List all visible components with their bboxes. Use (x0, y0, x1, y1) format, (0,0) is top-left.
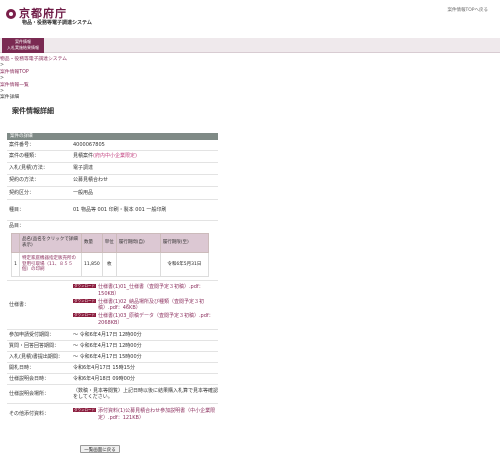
question-period-label: 質問・回答回答期間： (9, 342, 60, 349)
row-bid-method: 入札(見積)方法： 電子調達 (7, 163, 218, 175)
back-to-top-link[interactable]: 案件情報TOPへ戻る (447, 8, 488, 14)
row-contract-method: 契約の方法： 公募見積合わせ (7, 175, 218, 187)
contract-method-label: 契約の方法： (9, 177, 40, 184)
download-badge: ダウンロード (73, 284, 96, 289)
section-header: 案件の詳細 (7, 133, 218, 140)
explain-date-value: 令和6年4月18日 09時00分 (73, 375, 136, 382)
spec-doc-1: ダウンロード 仕様書(1)01_仕様書（査閲予定３初稿）.pdf：150KB） (73, 284, 218, 297)
row-explain-date: 仕様説明会日時： 令和6年4月18日 09時00分 (7, 374, 218, 385)
item-unit: 枚 (101, 252, 117, 277)
item-from (115, 252, 161, 277)
main-nav: 案件情報 入札実施結果情報 (0, 38, 500, 53)
explain-place-value: （数稿・見本等閲覧）上記日時以後に結果購入札算で見本等確認をしてください。 (73, 387, 219, 400)
explain-date-label: 仕様説明会日時： (9, 375, 50, 382)
bid-method-value: 電子調達 (73, 165, 94, 172)
contract-method-value: 公募見積合わせ (73, 177, 109, 184)
row-other-docs: その他添付資料： ダウンロード 添付資料(1)公募見積合わせ参加説明書（中小企業… (7, 404, 218, 425)
table-row: 1 特定家庭機器指定販売所の登用引取場（11、８５５個）の印刷 11,850 枚… (11, 252, 210, 277)
submit-period-value: ～ 令和6年4月17日 15時00分 (73, 353, 142, 360)
col-header-to: 履行期限(至) (159, 233, 210, 253)
breadcrumb-system[interactable]: 物品・役務等電子調達システム (0, 57, 67, 63)
items-table-header-row: 品名(品名をクリックで詳細表示) 数量 単位 履行期間(自) 履行期限(至) (11, 233, 210, 253)
row-category: 契約区分： 一般用品 (7, 187, 218, 200)
col-header-qty: 数量 (81, 233, 103, 253)
col-header-no (11, 233, 20, 253)
other-docs: ダウンロード 添付資料(1)公募見積合わせ参加説明書（中小企業限定）.pdf：1… (73, 404, 218, 425)
row-spec: 仕様書： ダウンロード 仕様書(1)01_仕様書（査閲予定３初稿）.pdf：15… (7, 281, 218, 330)
site-header: 京都府庁 物品・役務等電子調達システム 案件情報TOPへ戻る (0, 0, 500, 34)
breadcrumb: 物品・役務等電子調達システム > 案件情報TOP > 案件情報一覧 > 案件詳細 (0, 57, 67, 102)
row-open-date: 開札日時： 令和6年4月17日 15時15分 (7, 363, 218, 374)
row-submit-period: 入札(見積)書提出期間： ～ 令和6年4月17日 15時00分 (7, 352, 218, 363)
spec-doc-link[interactable]: 仕様書(1)02_納品場所及び種類（査閲予定３初稿）.pdf：46KB） (98, 299, 218, 312)
question-period-value: ～ 令和6年4月17日 12時00分 (73, 342, 142, 349)
items-table: 品名(品名をクリックで詳細表示) 数量 単位 履行期間(自) 履行期限(至) 1… (11, 233, 210, 277)
col-header-name: 品名(品名をクリックで詳細表示) (19, 233, 82, 253)
bid-method-label: 入札(見積)方法： (9, 165, 48, 172)
page-title: 案件情報詳細 (12, 107, 54, 115)
spec-doc-link[interactable]: 仕様書(1)01_仕様書（査閲予定３初稿）.pdf：150KB） (98, 284, 218, 297)
logo-text: 京都府庁 (19, 7, 67, 20)
items-label: 品目： (9, 222, 25, 229)
back-to-list-button[interactable]: 一覧画面に戻る (80, 445, 120, 453)
item-name-link[interactable]: 特定家庭機器指定販売所の登用引取場（11、８５５個）の印刷 (22, 256, 76, 272)
item-name-cell: 特定家庭機器指定販売所の登用引取場（11、８５５個）の印刷 (19, 252, 82, 277)
class-value: 01 物品等 001 印刷・製本 001 一般印刷 (73, 206, 167, 213)
row-case-type: 案件の種類： 見積案件 (府内中小企業限定) (7, 151, 218, 163)
spec-doc-2: ダウンロード 仕様書(1)02_納品場所及び種類（査閲予定３初稿）.pdf：46… (73, 298, 218, 312)
case-type-link[interactable]: (府内中小企業限定) (93, 153, 137, 159)
col-header-unit: 単位 (101, 233, 117, 253)
row-items-table: 品名(品名をクリックで詳細表示) 数量 単位 履行期間(自) 履行期限(至) 1… (7, 231, 218, 281)
item-to: 令和6年5月31日 (159, 252, 210, 277)
case-detail-table: 案件番号： 4000067805 案件の種類： 見積案件 (府内中小企業限定) … (7, 140, 218, 425)
category-label: 契約区分： (9, 189, 35, 196)
prefecture-emblem-icon (6, 8, 16, 19)
col-header-from: 履行期間(自) (115, 233, 161, 253)
row-question-period: 質問・回答回答期間： ～ 令和6年4月17日 12時00分 (7, 341, 218, 352)
row-items-label: 品目： (7, 221, 218, 231)
submit-period-label: 入札(見積)書提出期間： (9, 353, 63, 360)
open-date-label: 開札日時： (9, 364, 35, 371)
other-docs-label: その他添付資料： (9, 411, 50, 418)
category-value: 一般用品 (73, 189, 94, 196)
row-entry-period: 参加申請受付期間： ～ 令和6年4月17日 12時00分 (7, 330, 218, 341)
case-type-text: 見積案件 (73, 153, 94, 160)
explain-place-label: 仕様説明会場所： (9, 390, 50, 397)
spec-doc-3: ダウンロード 仕様書(1)03_原稿データ（査閲予定３初稿）.pdf：2068K… (73, 313, 218, 326)
case-type-label: 案件の種類： (9, 153, 40, 160)
other-doc-1: ダウンロード 添付資料(1)公募見積合わせ参加説明書（中小企業限定）.pdf：1… (73, 408, 218, 421)
download-badge: ダウンロード (73, 313, 96, 318)
other-doc-link[interactable]: 添付資料(1)公募見積合わせ参加説明書（中小企業限定）.pdf：121KB） (98, 408, 218, 421)
case-type-value: 見積案件 (府内中小企業限定) (73, 151, 218, 162)
row-class: 種目： 01 物品等 001 印刷・製本 001 一般印刷 (7, 200, 218, 221)
logo: 京都府庁 (6, 7, 67, 21)
system-name: 物品・役務等電子調達システム (22, 20, 92, 26)
entry-period-value: ～ 令和6年4月17日 12時00分 (73, 331, 142, 338)
breadcrumb-current: 案件詳細 (0, 95, 20, 101)
tab-case-info[interactable]: 案件情報 入札実施結果情報 (2, 38, 44, 53)
open-date-value: 令和6年4月17日 15時15分 (73, 364, 136, 371)
row-case-no: 案件番号： 4000067805 (7, 140, 218, 151)
spec-doc-link[interactable]: 仕様書(1)03_原稿データ（査閲予定３初稿）.pdf：2068KB） (98, 313, 218, 326)
download-badge: ダウンロード (73, 298, 96, 303)
class-label: 種目： (9, 206, 25, 213)
spec-label: 仕様書： (9, 301, 30, 308)
case-no-label: 案件番号： (9, 141, 35, 148)
spec-docs: ダウンロード 仕様書(1)01_仕様書（査閲予定３初稿）.pdf：150KB） … (73, 281, 218, 329)
item-no: 1 (11, 252, 20, 277)
entry-period-label: 参加申請受付期間： (9, 331, 55, 338)
download-badge: ダウンロード (73, 408, 96, 413)
tab-label-line2: 入札実施結果情報 (7, 45, 39, 50)
case-no-value: 4000067805 (73, 141, 105, 148)
item-qty: 11,850 (81, 252, 103, 277)
row-explain-place: 仕様説明会場所： （数稿・見本等閲覧）上記日時以後に結果購入札算で見本等確認をし… (7, 385, 218, 404)
